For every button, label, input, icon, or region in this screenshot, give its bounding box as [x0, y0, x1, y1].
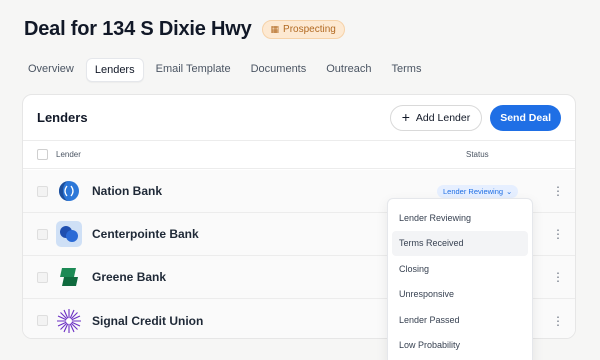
tab-email-template[interactable]: Email Template: [148, 58, 239, 82]
page-header: Deal for 134 S Dixie Hwy ▦ Prospecting: [24, 18, 345, 41]
lender-name: Greene Bank: [92, 270, 167, 284]
status-badge: ▦ Prospecting: [261, 20, 345, 39]
status-option-closing[interactable]: Closing: [392, 256, 528, 282]
lenders-card-title: Lenders: [37, 110, 88, 125]
column-header-lender: Lender: [56, 150, 81, 159]
tab-bar: Overview Lenders Email Template Document…: [20, 58, 429, 82]
column-header-status: Status: [466, 150, 489, 159]
plus-icon: +: [401, 109, 410, 125]
row-checkbox[interactable]: [37, 315, 48, 326]
nation-bank-logo: [56, 178, 82, 204]
more-options-icon[interactable]: ⋮: [552, 271, 564, 283]
lender-name: Nation Bank: [92, 184, 163, 198]
status-badge-label: Prospecting: [283, 24, 336, 35]
signal-credit-union-logo: [56, 308, 82, 334]
status-option-low-probability[interactable]: Low Probability: [392, 333, 528, 359]
lenders-card-header: Lenders + Add Lender Send Deal: [23, 95, 575, 141]
status-option-terms-received[interactable]: Terms Received: [392, 230, 528, 256]
lender-name: Signal Credit Union: [92, 313, 204, 328]
lender-name: Centerpointe Bank: [92, 227, 199, 241]
status-dropdown-trigger[interactable]: Lender Reviewing ⌄: [437, 184, 519, 198]
page-title: Deal for 134 S Dixie Hwy: [24, 18, 252, 40]
select-all-checkbox[interactable]: [37, 149, 48, 160]
tab-outreach[interactable]: Outreach: [318, 58, 379, 82]
building-icon: ▦: [270, 24, 280, 34]
send-deal-button[interactable]: Send Deal: [490, 104, 561, 131]
tab-overview[interactable]: Overview: [20, 58, 82, 82]
more-options-icon[interactable]: ⋮: [552, 185, 564, 197]
greene-bank-logo: [56, 264, 82, 290]
status-option-unresponsive[interactable]: Unresponsive: [392, 282, 528, 308]
tab-terms[interactable]: Terms: [384, 58, 430, 82]
status-value: Lender Reviewing: [443, 186, 504, 196]
status-option-lender-passed[interactable]: Lender Passed: [392, 307, 528, 333]
centerpointe-bank-logo: [56, 221, 82, 247]
chevron-down-icon: ⌄: [506, 186, 513, 196]
tab-documents[interactable]: Documents: [243, 58, 315, 82]
more-options-icon[interactable]: ⋮: [552, 315, 564, 327]
status-dropdown-menu: Lender Reviewing Terms Received Closing …: [387, 198, 533, 360]
tab-lenders[interactable]: Lenders: [85, 58, 144, 82]
add-lender-label: Add Lender: [415, 111, 471, 124]
add-lender-button[interactable]: + Add Lender: [389, 104, 483, 131]
row-checkbox[interactable]: [37, 185, 48, 197]
table-header: Lender Status: [23, 141, 575, 169]
status-option-lender-reviewing[interactable]: Lender Reviewing: [392, 205, 528, 231]
row-checkbox[interactable]: [37, 228, 48, 240]
more-options-icon[interactable]: ⋮: [552, 228, 564, 240]
row-checkbox[interactable]: [37, 271, 48, 283]
